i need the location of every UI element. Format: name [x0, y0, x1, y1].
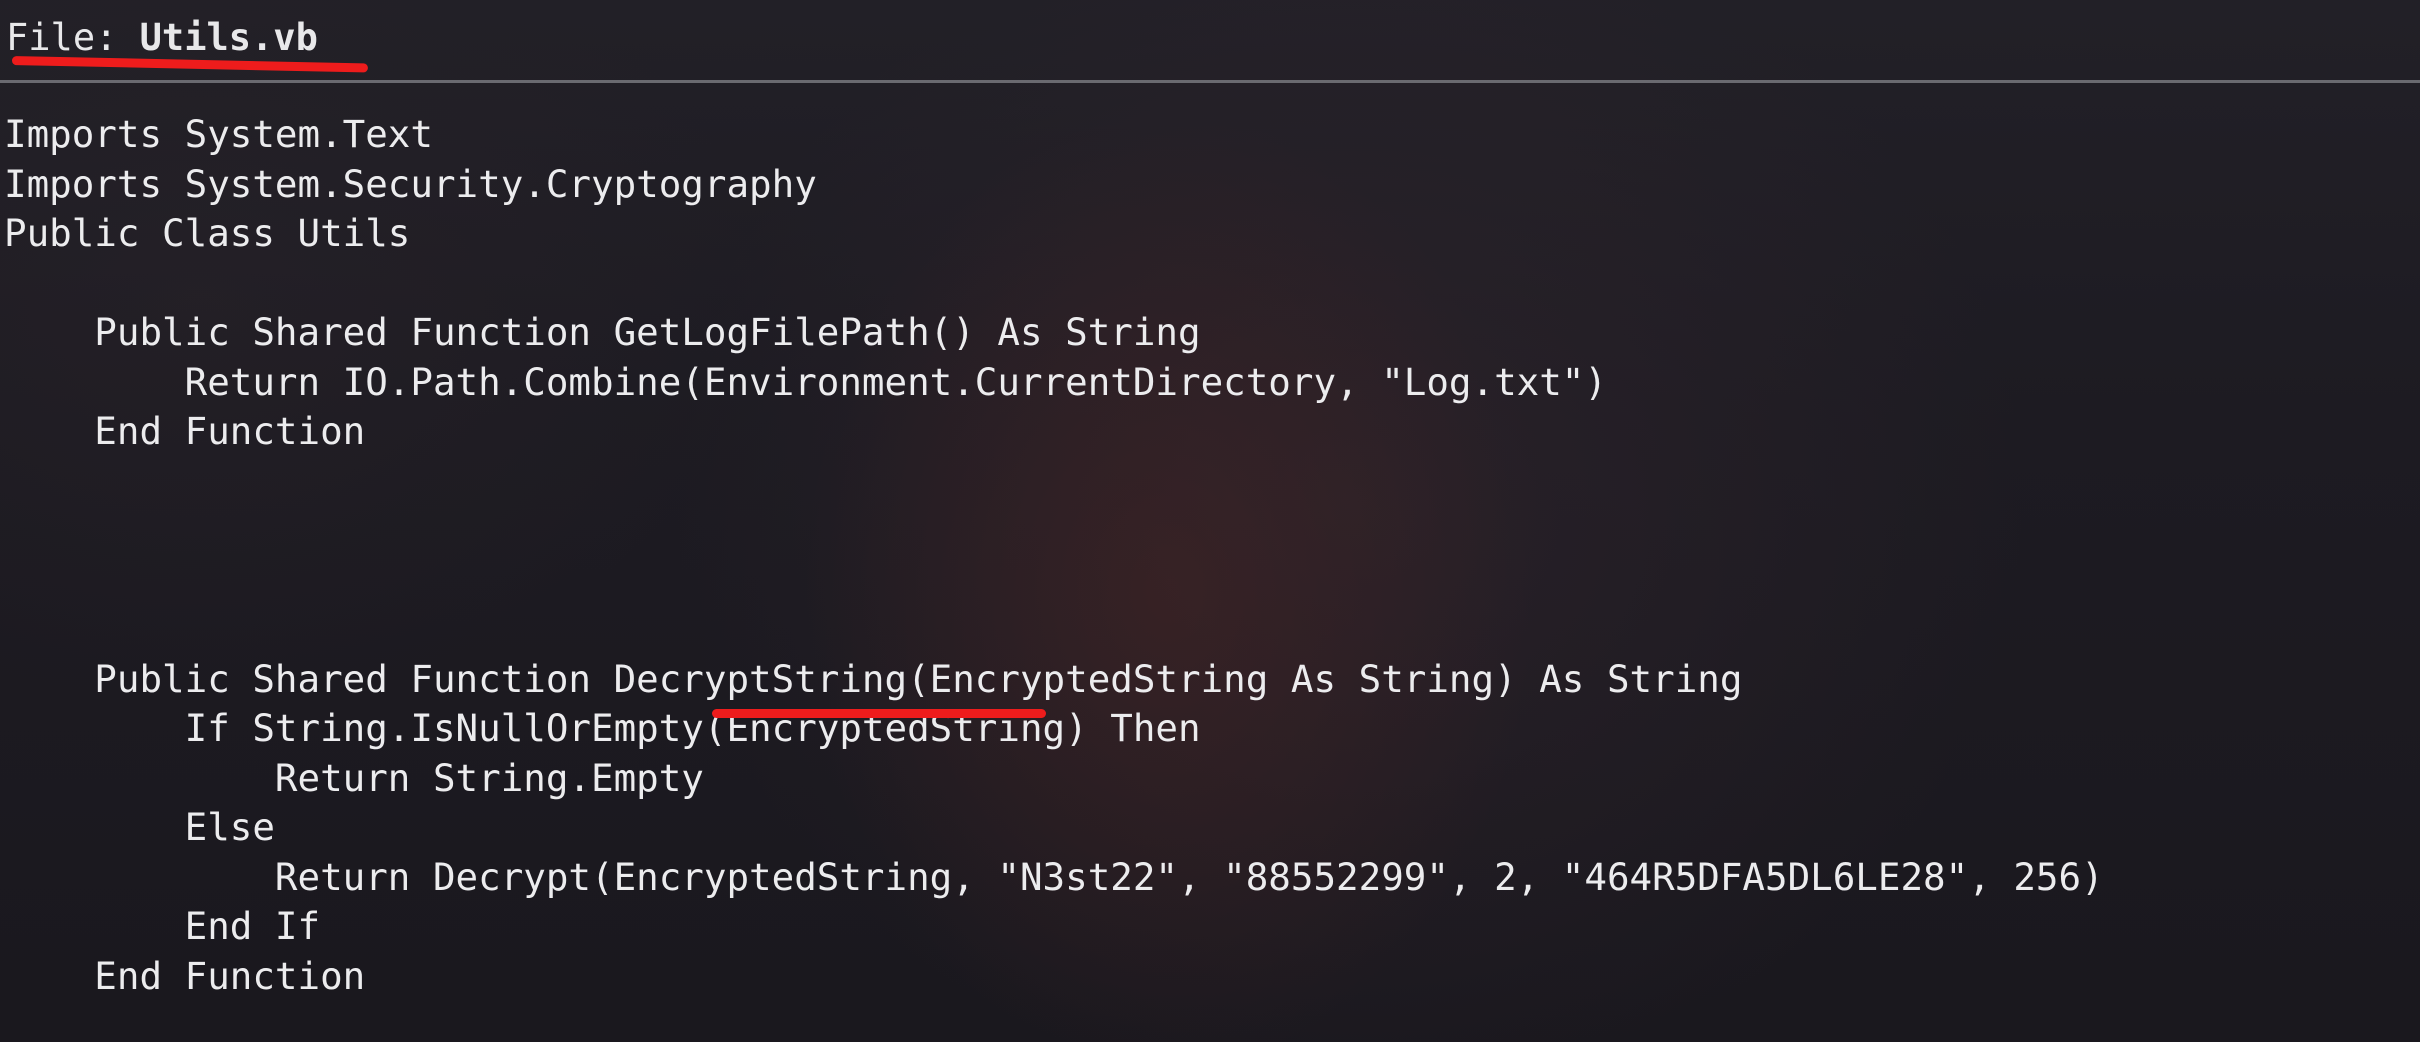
file-label: File:: [6, 16, 140, 59]
code-line: Return String.Empty: [4, 755, 704, 800]
code-line: End Function: [4, 953, 366, 998]
decryptstring-red-underline: [712, 709, 1046, 718]
code-line: Public Shared Function GetLogFilePath() …: [4, 310, 1201, 354]
code-line: Else: [4, 805, 275, 849]
code-line: If String.IsNullOrEmpty(EncryptedString)…: [4, 706, 1201, 750]
code-block: Imports System.Text Imports System.Securi…: [4, 110, 2104, 1001]
code-line: Public Shared Function DecryptString(Enc…: [4, 656, 1743, 701]
code-line: End Function: [4, 409, 366, 453]
file-name: Utils.vb: [139, 16, 318, 59]
code-line: Imports System.Security.Cryptography: [4, 161, 817, 206]
code-line: Imports System.Text: [4, 112, 433, 156]
code-line: Public Class Utils: [4, 211, 411, 255]
header-divider: [0, 80, 2420, 83]
code-line: Return Decrypt(EncryptedString, "N3st22"…: [4, 854, 2104, 899]
code-line: End If: [4, 904, 321, 948]
code-line: Return IO.Path.Combine(Environment.Curre…: [4, 359, 1607, 404]
